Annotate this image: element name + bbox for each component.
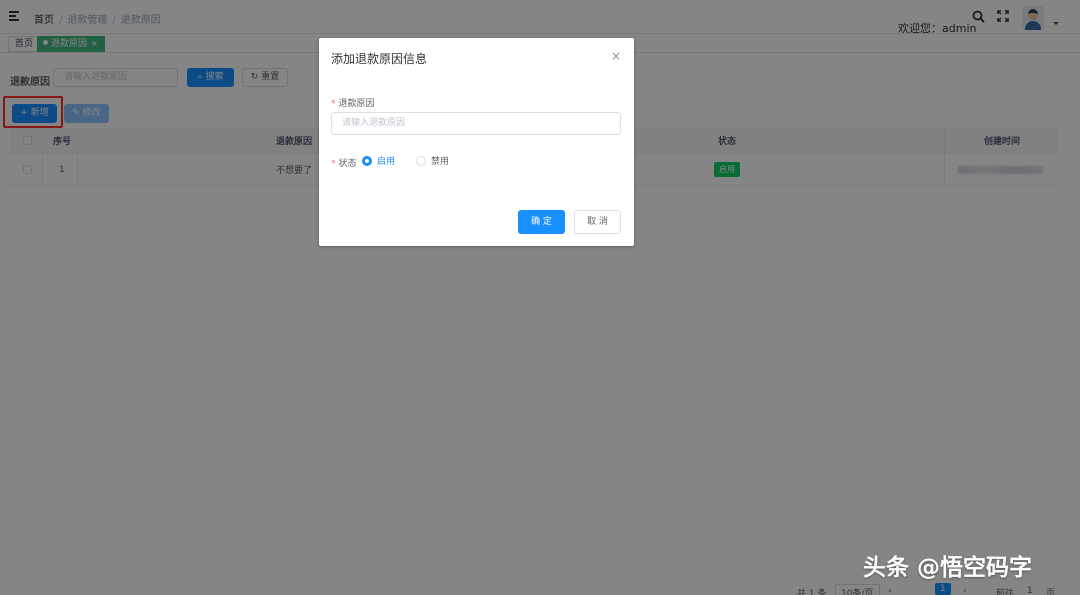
radio-label-disabled: 禁用 (431, 157, 450, 167)
radio-checked-icon (362, 155, 372, 166)
watermark-text: 头条 @悟空码字 (863, 555, 1033, 581)
add-refund-reason-dialog: 添加退款原因信息 × * 退款原因 请输入退款原因 * 状态 启用 禁用 确 定 取… (319, 38, 634, 246)
reason-label-text: 退款原因 (338, 99, 375, 109)
close-icon[interactable]: × (611, 49, 621, 63)
required-asterisk: * (331, 159, 336, 169)
status-radio-enabled[interactable]: 启用 (362, 154, 395, 167)
cancel-button[interactable]: 取 消 (574, 210, 621, 234)
radio-label-enabled: 启用 (377, 157, 396, 167)
radio-unchecked-icon (416, 155, 426, 166)
confirm-button[interactable]: 确 定 (518, 210, 565, 234)
status-label-text: 状态 (338, 159, 357, 169)
dialog-title: 添加退款原因信息 (331, 52, 428, 66)
reason-input[interactable]: 请输入退款原因 (331, 112, 621, 135)
reason-field-label: * 退款原因 (331, 96, 375, 109)
status-field-label: * 状态 (331, 156, 357, 169)
status-radio-disabled[interactable]: 禁用 (416, 154, 449, 167)
required-asterisk: * (331, 99, 336, 109)
